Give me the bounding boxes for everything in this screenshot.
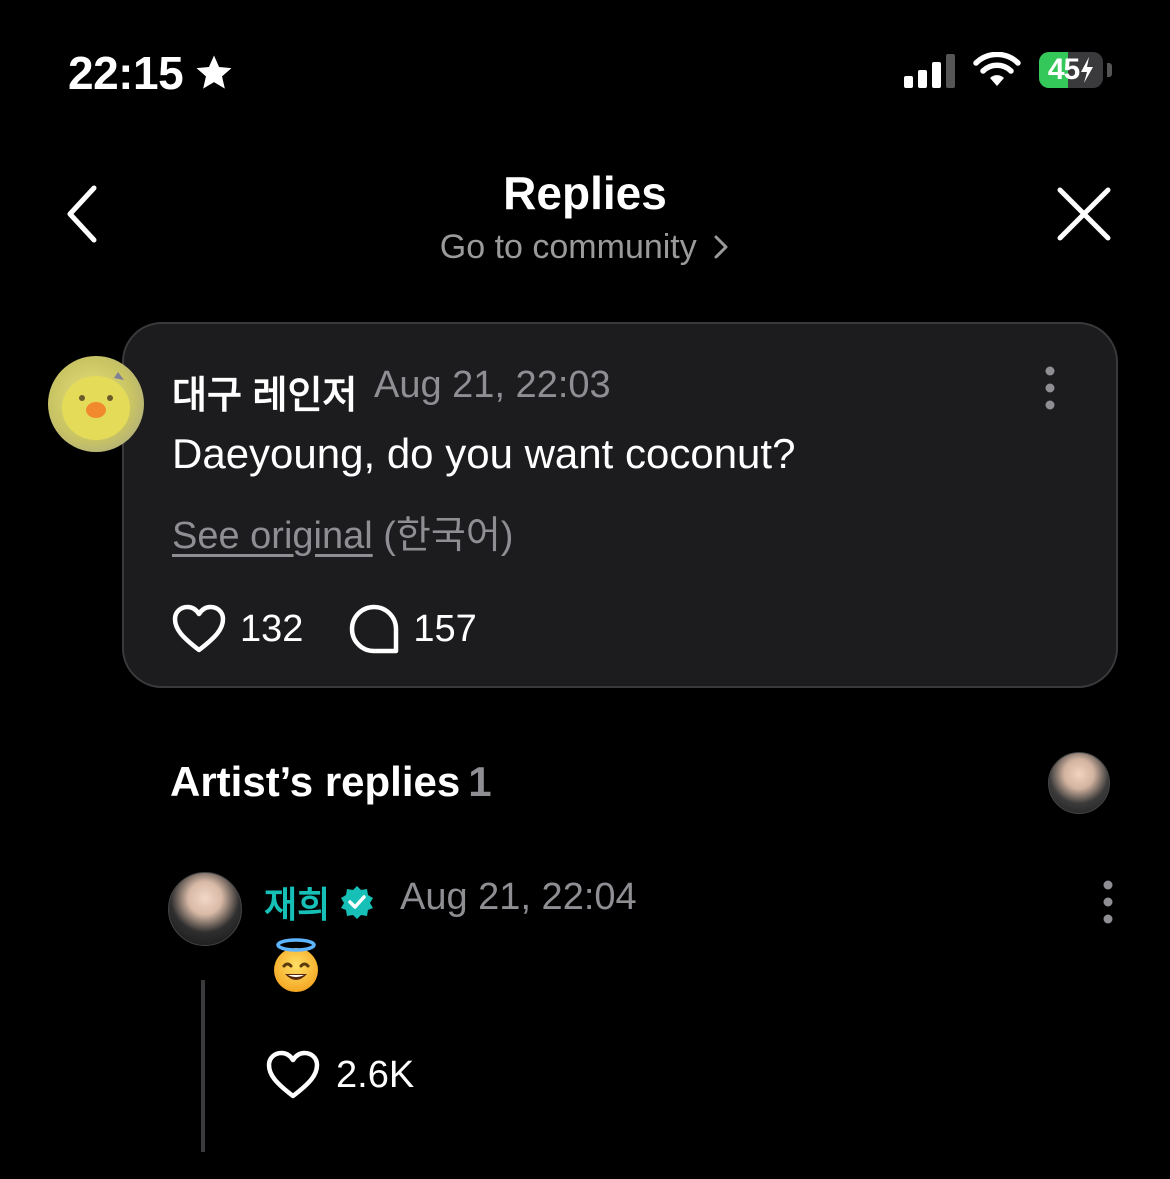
reply-like-button[interactable]: 2.6K [266, 1050, 414, 1100]
chevron-right-icon [714, 235, 728, 259]
artist-replies-count: 1 [468, 758, 492, 805]
original-language: (한국어) [383, 515, 514, 557]
verified-badge-icon [341, 886, 374, 919]
reply-author-name: 재희 [264, 884, 331, 925]
reply-author-avatar[interactable] [168, 872, 242, 946]
post-actions: 132 157 [172, 604, 477, 654]
comment-button[interactable]: 157 [349, 604, 477, 654]
see-original: See original (한국어) [172, 504, 513, 559]
signal-icon [904, 52, 955, 88]
battery-percent: 45 [1047, 53, 1080, 86]
smiling-face-with-halo-emoji [274, 938, 318, 992]
heart-icon [172, 604, 226, 653]
see-original-link[interactable]: See original [172, 515, 373, 557]
go-to-community-label: Go to community [439, 228, 697, 266]
status-time-text: 22:15 [68, 47, 184, 99]
post-date: Aug 21, 22:03 [374, 364, 611, 406]
like-count: 132 [240, 607, 304, 650]
reply-date: Aug 21, 22:04 [400, 876, 637, 918]
thread-line [201, 980, 205, 1152]
reply-more-options-icon[interactable] [1098, 880, 1118, 924]
post-author[interactable]: 대구 레인저 [172, 364, 357, 419]
replies-screen: 22:15 45 Replies Go to community 대구 레인저 … [0, 0, 1170, 1179]
go-to-community-link[interactable]: Go to community [0, 228, 1170, 267]
battery-charging-icon: 45 [1039, 52, 1103, 88]
page-title: Replies [503, 167, 667, 219]
post-card[interactable]: 대구 레인저 Aug 21, 22:03 Daeyoung, do you wa… [122, 322, 1118, 688]
post-text: Daeyoung, do you want coconut? [172, 430, 796, 477]
comment-bubble-icon [350, 604, 399, 654]
artist-replies-title: Artist’s replies [170, 758, 461, 805]
post-author-avatar[interactable] [48, 356, 144, 452]
reply-like-count: 2.6K [336, 1053, 415, 1096]
more-options-icon[interactable] [1040, 366, 1060, 410]
wifi-icon [973, 52, 1021, 86]
close-button[interactable] [1054, 184, 1114, 244]
battery-cap [1107, 63, 1112, 77]
status-indicators: 45 [904, 52, 1112, 88]
status-time: 22:15 [68, 46, 235, 100]
star-icon [196, 55, 232, 89]
chick-avatar-image [62, 372, 130, 440]
close-icon [1057, 187, 1111, 241]
reply-author[interactable]: 재희 [264, 876, 374, 928]
comment-count: 157 [413, 607, 477, 650]
like-button[interactable]: 132 [172, 604, 303, 654]
artist-avatar-small[interactable] [1048, 752, 1110, 814]
heart-icon [266, 1050, 320, 1099]
artist-replies-heading: Artist’s replies 1 [170, 758, 492, 806]
